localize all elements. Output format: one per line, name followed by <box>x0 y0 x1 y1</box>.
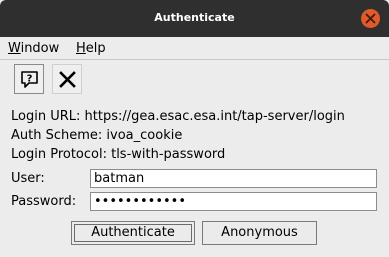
menu-window[interactable]: Window <box>8 41 59 56</box>
close-x-icon <box>59 71 76 88</box>
menu-help-rest: elp <box>85 41 106 56</box>
title-bar[interactable]: Authenticate <box>0 0 389 37</box>
user-input[interactable]: batman <box>90 169 377 188</box>
svg-text:?: ? <box>27 74 33 85</box>
toolbar-divider <box>0 59 389 60</box>
login-protocol-text: Login Protocol: tls-with-password <box>11 147 226 162</box>
menu-window-mnemonic: W <box>8 41 21 56</box>
help-question-icon: ? <box>21 71 38 88</box>
menu-help-mnemonic: H <box>76 41 86 56</box>
menu-help[interactable]: Help <box>76 41 106 56</box>
auth-scheme-text: Auth Scheme: ivoa_cookie <box>11 128 183 143</box>
help-button[interactable]: ? <box>14 64 44 94</box>
anonymous-button[interactable]: Anonymous <box>202 221 317 245</box>
login-url-text: Login URL: https://gea.esac.esa.int/tap-… <box>11 109 345 124</box>
window-title: Authenticate <box>154 11 235 24</box>
authenticate-dialog: Authenticate Window Help ? Login URL: ht… <box>0 0 389 257</box>
close-icon <box>365 13 376 24</box>
password-input[interactable]: •••••••••••• <box>90 192 377 211</box>
password-label: Password: <box>11 194 77 209</box>
close-window-button[interactable] <box>361 9 380 28</box>
authenticate-button[interactable]: Authenticate <box>71 221 195 245</box>
cancel-toolbar-button[interactable] <box>52 64 82 94</box>
menu-window-rest: indow <box>20 41 60 56</box>
menu-bar: Window Help <box>0 37 389 59</box>
user-label: User: <box>11 171 45 186</box>
